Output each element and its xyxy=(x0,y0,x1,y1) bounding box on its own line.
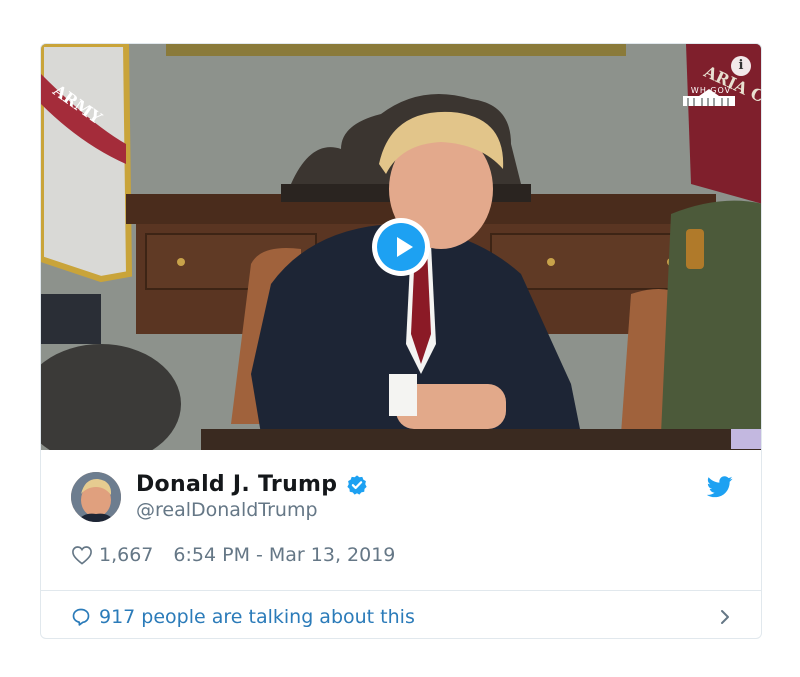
author[interactable]: Donald J. Trump @realDonaldTrump xyxy=(136,472,368,521)
play-icon xyxy=(377,223,425,271)
whitehouse-logo: WH.GOV xyxy=(681,86,741,106)
tweet-body: Donald J. Trump @realDonaldTrump 1,667 6… xyxy=(41,450,761,638)
video-thumbnail[interactable]: ARMY ARIA COR i xyxy=(41,44,761,450)
heart-icon[interactable] xyxy=(71,545,93,565)
twitter-bird-icon[interactable] xyxy=(707,476,733,498)
handle[interactable]: @realDonaldTrump xyxy=(136,499,368,521)
divider xyxy=(41,590,761,591)
whitehouse-building-icon xyxy=(683,89,735,106)
verified-badge-icon xyxy=(347,474,368,495)
speech-bubble-icon xyxy=(72,608,90,626)
info-icon[interactable]: i xyxy=(731,56,751,76)
talking-link[interactable]: 917 people are talking about this xyxy=(71,602,761,632)
tweet-meta: 1,667 6:54 PM - Mar 13, 2019 xyxy=(71,544,395,566)
like-count[interactable]: 1,667 xyxy=(99,544,153,566)
talking-text[interactable]: 917 people are talking about this xyxy=(99,606,415,628)
chevron-right-icon[interactable] xyxy=(719,609,731,625)
tweet-card[interactable]: ARMY ARIA COR i Donald J. Trump @realDon… xyxy=(40,43,762,639)
play-button[interactable] xyxy=(372,218,430,276)
timestamp[interactable]: 6:54 PM - Mar 13, 2019 xyxy=(173,544,395,566)
avatar[interactable] xyxy=(71,472,121,522)
display-name[interactable]: Donald J. Trump xyxy=(136,472,337,497)
